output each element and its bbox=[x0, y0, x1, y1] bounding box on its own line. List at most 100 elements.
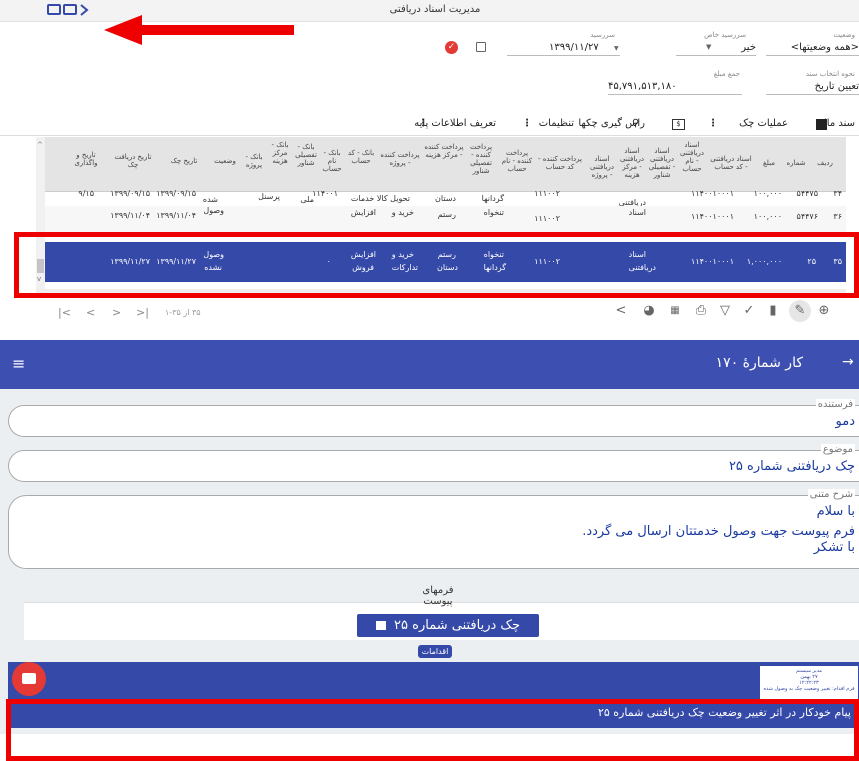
last-page-icon[interactable]: >| bbox=[136, 306, 149, 319]
excel-icon[interactable]: ▦ bbox=[666, 302, 684, 320]
status-label: وضعیت bbox=[833, 31, 855, 39]
col-bank-project[interactable]: بانک - پروژه bbox=[242, 153, 266, 169]
form-icon bbox=[375, 621, 386, 630]
action-note: مدیر سیستم ۲۷ بهمن ۱۲:۲۲:۲۳ فرم اقدام: ت… bbox=[760, 666, 858, 700]
col-bank-name[interactable]: بانک - نام حساب bbox=[320, 149, 344, 173]
doc-select-mode[interactable]: تعیین تاریخ bbox=[766, 81, 859, 95]
chevron-down-icon: ▼ bbox=[614, 45, 619, 52]
subject-field: موضوع چک دریافتنی شماره ۲۵ bbox=[8, 444, 859, 482]
col-radif[interactable]: ردیف bbox=[808, 159, 842, 167]
check-ops-button[interactable]: عملیات چک bbox=[739, 118, 788, 129]
body-line-2: فرم پیوست جهت وصول خدمتتان ارسال می گردد… bbox=[582, 524, 855, 539]
prev-page-icon[interactable]: < bbox=[86, 306, 95, 319]
col-recv-float[interactable]: اسناد دریافتنی - تفصیلی شناور bbox=[648, 147, 676, 179]
due-special-value: خیر bbox=[741, 42, 756, 53]
cell-status: شده bbox=[202, 195, 218, 204]
col-number[interactable]: شماره bbox=[782, 159, 810, 167]
body-line-1: با سلام bbox=[816, 504, 855, 519]
due-special-select[interactable]: خیر ▼ bbox=[676, 42, 756, 56]
cell-amount: ۱۰۰,۰۰۰ bbox=[753, 189, 782, 198]
delete-icon[interactable]: ▮ bbox=[764, 302, 782, 320]
check-ops-more-icon[interactable]: ⋮ bbox=[708, 118, 718, 129]
confirm-check-icon[interactable]: ✓ bbox=[445, 41, 458, 54]
subject-value: چک دریافتنی شماره ۲۵ bbox=[728, 459, 855, 474]
due-date-select[interactable]: ۱۳۹۹/۱۱/۲۷ ▼ bbox=[507, 42, 620, 56]
col-payer-code[interactable]: پرداخت کننده - کد حساب bbox=[536, 155, 584, 171]
financial-doc-button[interactable]: سند مالی bbox=[815, 118, 855, 129]
sender-value: دمو bbox=[835, 414, 855, 429]
actions-label: اقدامات bbox=[418, 645, 452, 658]
subject-legend: موضوع bbox=[820, 444, 855, 455]
cell-check-date: ۱۳۹۹/۱۱/۰۴ bbox=[156, 211, 196, 220]
cell-bank-float: پرسنل bbox=[258, 192, 280, 201]
table-row[interactable]: ۳۶ ۵۴۴۷۶ ۱۰۰,۰۰۰ ۱۱۴۰۰۱۰۰۰۱ اسناد ۱۱۱۰۰۲… bbox=[36, 206, 846, 232]
highlight-box-row bbox=[14, 232, 859, 298]
col-amount[interactable]: مبلغ bbox=[756, 159, 782, 167]
sender-field: فرستنده دمو bbox=[8, 399, 859, 437]
cell-payer-code: ۱۱۱۰۰۲ bbox=[534, 189, 560, 198]
layout-icon[interactable] bbox=[63, 4, 77, 15]
first-page-icon[interactable]: |< bbox=[58, 306, 71, 319]
grid-header: ردیف شماره مبلغ اسناد دریافتنی - کد حساب… bbox=[36, 137, 846, 192]
cell-payer-float: رستم bbox=[437, 210, 456, 219]
attachment-button-label: چک دریافتنی شماره ۲۵ bbox=[394, 618, 521, 633]
dollar-icon[interactable]: $ bbox=[672, 119, 685, 130]
col-bank-float[interactable]: بانک - تفصیلی شناور bbox=[294, 143, 318, 167]
col-status[interactable]: وضعیت bbox=[210, 157, 240, 165]
settings-more-icon[interactable]: ⋮ bbox=[522, 118, 532, 129]
col-bank-code[interactable]: بانک - کد حساب bbox=[346, 149, 376, 165]
menu-icon[interactable]: ≡ bbox=[12, 354, 25, 373]
received-documents-window: مدیریت اسناد دریافتی وضعیت <همه وضعیتها>… bbox=[0, 0, 859, 335]
col-recv-date[interactable]: تاریخ دریافت چک bbox=[110, 153, 156, 169]
cell-check-date: ۱۳۹۹/۰۹/۱۵ bbox=[156, 189, 196, 198]
page-info: ۳۵ از ۳۵-۱ bbox=[165, 308, 201, 317]
cell-recv-code: ۱۱۴۰۰۱۰۰۰۱ bbox=[691, 189, 734, 198]
filter-icon[interactable]: ▽ bbox=[716, 302, 734, 320]
cell-amount: ۱۰۰,۰۰۰ bbox=[753, 212, 782, 221]
double-check-icon[interactable]: ✓ bbox=[740, 302, 758, 320]
back-arrow-icon[interactable]: → bbox=[842, 354, 854, 370]
due-special-label: سررسید خاص bbox=[704, 31, 746, 39]
calendar-icon[interactable] bbox=[476, 42, 486, 52]
pie-chart-icon[interactable]: ◕ bbox=[640, 302, 658, 320]
sidebar-toggle-icon[interactable] bbox=[47, 4, 61, 15]
note-action: فرم اقدام: تغییر وضعیت چک به وصول شده bbox=[763, 686, 855, 692]
settings-button[interactable]: تنظیمات bbox=[539, 118, 574, 129]
chat-fab[interactable] bbox=[12, 662, 46, 696]
print-icon[interactable]: ⎙ bbox=[692, 302, 710, 320]
col-recv-code[interactable]: اسناد دریافتنی - کد حساب bbox=[708, 155, 754, 171]
attachment-form-button[interactable]: چک دریافتنی شماره ۲۵ bbox=[357, 614, 539, 637]
col-recv-name[interactable]: اسناد دریافتنی - نام حساب bbox=[678, 141, 706, 173]
cell-payer-cost: تحویل کالا خدمات bbox=[350, 194, 410, 203]
cell-radif: ۳۶ bbox=[833, 212, 842, 221]
red-arrow-annotation bbox=[104, 15, 294, 45]
cell-payer-name: گردانها bbox=[481, 194, 504, 203]
col-recv-project[interactable]: اسناد دریافتنی - پروژه bbox=[588, 155, 616, 179]
task-title: کار شمارهٔ ۱۷۰ bbox=[715, 355, 803, 371]
col-payer-project[interactable]: پرداخت کننده - پروژه bbox=[380, 151, 420, 167]
base-info-more-icon[interactable]: ⋮ bbox=[418, 118, 428, 129]
cell-recv-date: ۱۳۹۹/۰۹/۱۵ bbox=[110, 189, 150, 198]
sum-label: جمع مبلغ bbox=[713, 70, 740, 78]
add-icon[interactable]: ⊕ bbox=[815, 302, 833, 320]
col-recv-cost[interactable]: اسناد دریافتنی - مرکز هزینه bbox=[618, 147, 646, 179]
scroll-up-icon[interactable]: ^ bbox=[37, 141, 43, 149]
edit-icon[interactable]: ✎ bbox=[789, 300, 811, 322]
cell-radif: ۳۴ bbox=[833, 189, 842, 198]
highlight-box-banner bbox=[6, 699, 859, 761]
col-assign-date[interactable]: تاریخ و واگذاری bbox=[66, 151, 106, 167]
sender-legend: فرستنده bbox=[815, 399, 855, 410]
share-icon[interactable]: < bbox=[612, 302, 630, 320]
cell-number: ۵۴۴۷۵ bbox=[796, 189, 818, 198]
next-page-icon[interactable]: > bbox=[112, 306, 121, 319]
col-payer-name[interactable]: پرداخت کننده - نام حساب bbox=[500, 149, 534, 173]
col-bank-cost[interactable]: بانک - مرکز هزینه bbox=[268, 141, 292, 165]
chevron-right-icon[interactable] bbox=[79, 4, 89, 16]
table-row[interactable]: ۳۴ ۵۴۴۷۵ ۱۰۰,۰۰۰ ۱۱۴۰۰۱۰۰۰۱ دریافتنی ۱۱۱… bbox=[36, 189, 846, 207]
doc-select-label: نحوه انتخاب سند bbox=[805, 70, 855, 78]
task-view: ≡ کار شمارهٔ ۱۷۰ → فرستنده دمو موضوع چک … bbox=[0, 340, 859, 761]
status-select[interactable]: <همه وضعیتها> bbox=[766, 42, 859, 56]
col-payer-float[interactable]: پرداخت کننده - تفصیلی شناور bbox=[466, 143, 496, 175]
col-payer-cost[interactable]: پرداخت کننده - مرکز هزینه bbox=[424, 143, 464, 159]
col-check-date[interactable]: تاریخ چک bbox=[160, 157, 208, 165]
